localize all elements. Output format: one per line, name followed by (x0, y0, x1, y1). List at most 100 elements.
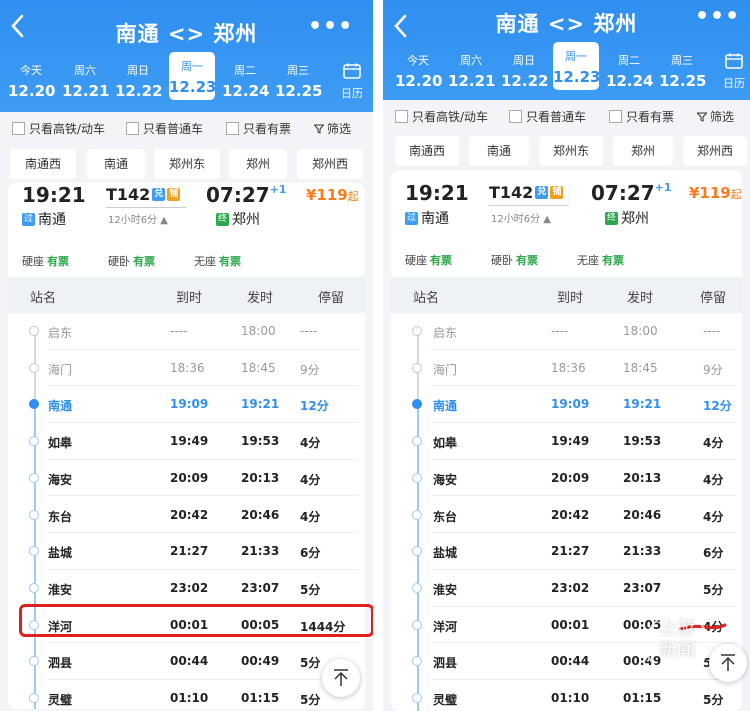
price: ¥119起 (689, 184, 742, 202)
filter-label: 只看有票 (243, 122, 292, 136)
station-chip[interactable]: 南通西 (10, 149, 76, 179)
station-chip[interactable]: 郑州西 (683, 136, 747, 166)
screen-label: 筛选 (327, 122, 352, 136)
checkbox[interactable] (226, 122, 239, 135)
station-chip[interactable]: 郑州东 (154, 149, 220, 179)
filter-high-speed[interactable]: 只看高铁/动车 (395, 108, 488, 125)
seat-type: 硬卧 (491, 254, 513, 267)
depart-time-cell: 18:00 (241, 324, 276, 338)
left-screenshot: 南通 <> 郑州 ••• 今天 12.20 周六 12.21 周日 12.22 周一 1… (0, 0, 373, 711)
filter-available[interactable]: 只看有票 (609, 108, 674, 125)
stop-row: 海门 18:36 18:45 9分 (8, 350, 365, 387)
date-tab-selected[interactable]: 周一 12.23 (169, 52, 216, 100)
station-name: 南通 (48, 399, 73, 414)
filter-normal[interactable]: 只看普通车 (126, 120, 203, 137)
date-tab[interactable]: 周六 12.21 (62, 56, 109, 102)
weekday-label: 周六 (460, 54, 482, 67)
station-chip[interactable]: 郑州 (613, 136, 673, 166)
watermark-text: 上游 新闻 (659, 618, 695, 661)
calendar-button[interactable]: 日历 (337, 56, 367, 102)
station-chip[interactable]: 郑州 (229, 149, 287, 179)
date-tab[interactable]: 周日 12.22 (501, 46, 548, 92)
col-station: 站名 (413, 291, 440, 306)
arrive-time-cell: 01:10 (551, 691, 590, 705)
date-label: 12.21 (448, 72, 496, 90)
station-chip[interactable]: 南通 (469, 136, 529, 166)
station-chip[interactable]: 郑州东 (539, 136, 603, 166)
filter-high-speed[interactable]: 只看高铁/动车 (12, 120, 105, 137)
station-name: 洋河 (433, 619, 458, 634)
filter-bar: 只看高铁/动车 只看普通车 只看有票 筛选 (0, 112, 373, 144)
calendar-button[interactable]: 日历 (719, 46, 749, 92)
depart-time-cell: 23:07 (623, 580, 662, 595)
filter-label: 只看有票 (626, 110, 675, 124)
train-number[interactable]: T142 兑铺 (106, 185, 181, 204)
header-bar: 南通 <> 郑州 ••• 今天 12.20 周六 12.21 周日 12.22 周一 1… (383, 0, 750, 112)
tag-badge: 铺 (167, 188, 181, 201)
train-number[interactable]: T142 兑铺 (489, 183, 564, 202)
date-tab[interactable]: 周二 12.24 (606, 46, 653, 92)
more-menu-button[interactable]: ••• (308, 14, 352, 42)
screen-button[interactable]: 筛选 (697, 108, 734, 125)
stop-row: 东台 20:42 20:46 4分 (391, 497, 742, 534)
arrive-time-cell: 20:09 (170, 470, 209, 485)
date-tab[interactable]: 周二 12.24 (222, 56, 269, 102)
arrive-time: 07:27+1 (206, 183, 287, 207)
seat-type: 无座 (194, 255, 216, 268)
date-tab-selected[interactable]: 周一 12.23 (553, 42, 600, 90)
checkbox[interactable] (609, 110, 622, 123)
arrive-station-name: 郑州 (621, 211, 649, 227)
checkbox[interactable] (509, 110, 522, 123)
date-tab[interactable]: 周三 12.25 (275, 56, 322, 102)
station-chip[interactable]: 郑州西 (297, 149, 363, 179)
screen-button[interactable]: 筛选 (314, 120, 351, 137)
more-menu-button[interactable]: ••• (695, 4, 739, 32)
arrive-time-cell: 18:36 (551, 360, 586, 375)
date-tab[interactable]: 今天 12.20 (8, 56, 55, 102)
funnel-icon (697, 112, 707, 122)
route-dot (29, 656, 39, 667)
filter-normal[interactable]: 只看普通车 (509, 108, 586, 125)
route-dot (29, 509, 39, 520)
col-arrive: 到时 (557, 291, 584, 306)
stop-duration-cell: 6分 (300, 546, 321, 561)
station-chip[interactable]: 南通西 (395, 136, 459, 166)
date-tab[interactable]: 周日 12.22 (115, 56, 162, 102)
stop-duration-cell: 6分 (703, 546, 724, 561)
date-tab[interactable]: 周六 12.21 (448, 46, 496, 92)
date-tab[interactable]: 周三 12.25 (659, 46, 707, 92)
checkbox[interactable] (12, 122, 25, 135)
date-label: 12.25 (659, 72, 707, 90)
calendar-label: 日历 (341, 87, 363, 100)
filter-available[interactable]: 只看有票 (226, 120, 291, 137)
depart-time-cell: 00:49 (241, 654, 280, 669)
stop-duration-cell: 9分 (703, 362, 723, 377)
depart-station-name: 南通 (38, 212, 66, 228)
duration-label: 12小时6分 (491, 214, 541, 225)
stop-row: 盐城 21:27 21:33 6分 (391, 533, 742, 570)
stop-duration-cell: 4分 (703, 436, 724, 451)
duration-toggle[interactable]: 12小时6分 ▲ (108, 211, 168, 226)
station-name: 东台 (48, 509, 73, 524)
route-dot (29, 326, 39, 336)
weekday-label: 周二 (618, 54, 640, 67)
seat-status: 有票 (133, 255, 155, 268)
station-name: 泗县 (433, 656, 458, 671)
station-name: 海门 (433, 362, 458, 377)
stop-duration-cell: 5分 (703, 582, 724, 597)
seat-type: 无座 (577, 254, 599, 267)
station-name: 盐城 (48, 546, 73, 561)
date-tabs: 今天 12.20 周六 12.21 周日 12.22 周一 12.23 周二 12.24 … (0, 52, 373, 106)
stop-duration-cell: 12分 (703, 399, 732, 414)
date-tab[interactable]: 今天 12.20 (395, 46, 442, 92)
checkbox[interactable] (126, 122, 139, 135)
back-to-top-button[interactable] (322, 659, 360, 697)
filter-bar: 只看高铁/动车 只看普通车 只看有票 筛选 (383, 100, 750, 132)
depart-time-cell: 18:00 (623, 324, 658, 338)
arrow-up-icon (334, 669, 348, 686)
route-dot (412, 546, 422, 557)
checkbox[interactable] (395, 110, 408, 123)
duration-toggle[interactable]: 12小时6分 ▲ (491, 210, 551, 225)
station-chip[interactable]: 南通 (87, 149, 145, 179)
station-name: 灵璧 (433, 693, 458, 707)
